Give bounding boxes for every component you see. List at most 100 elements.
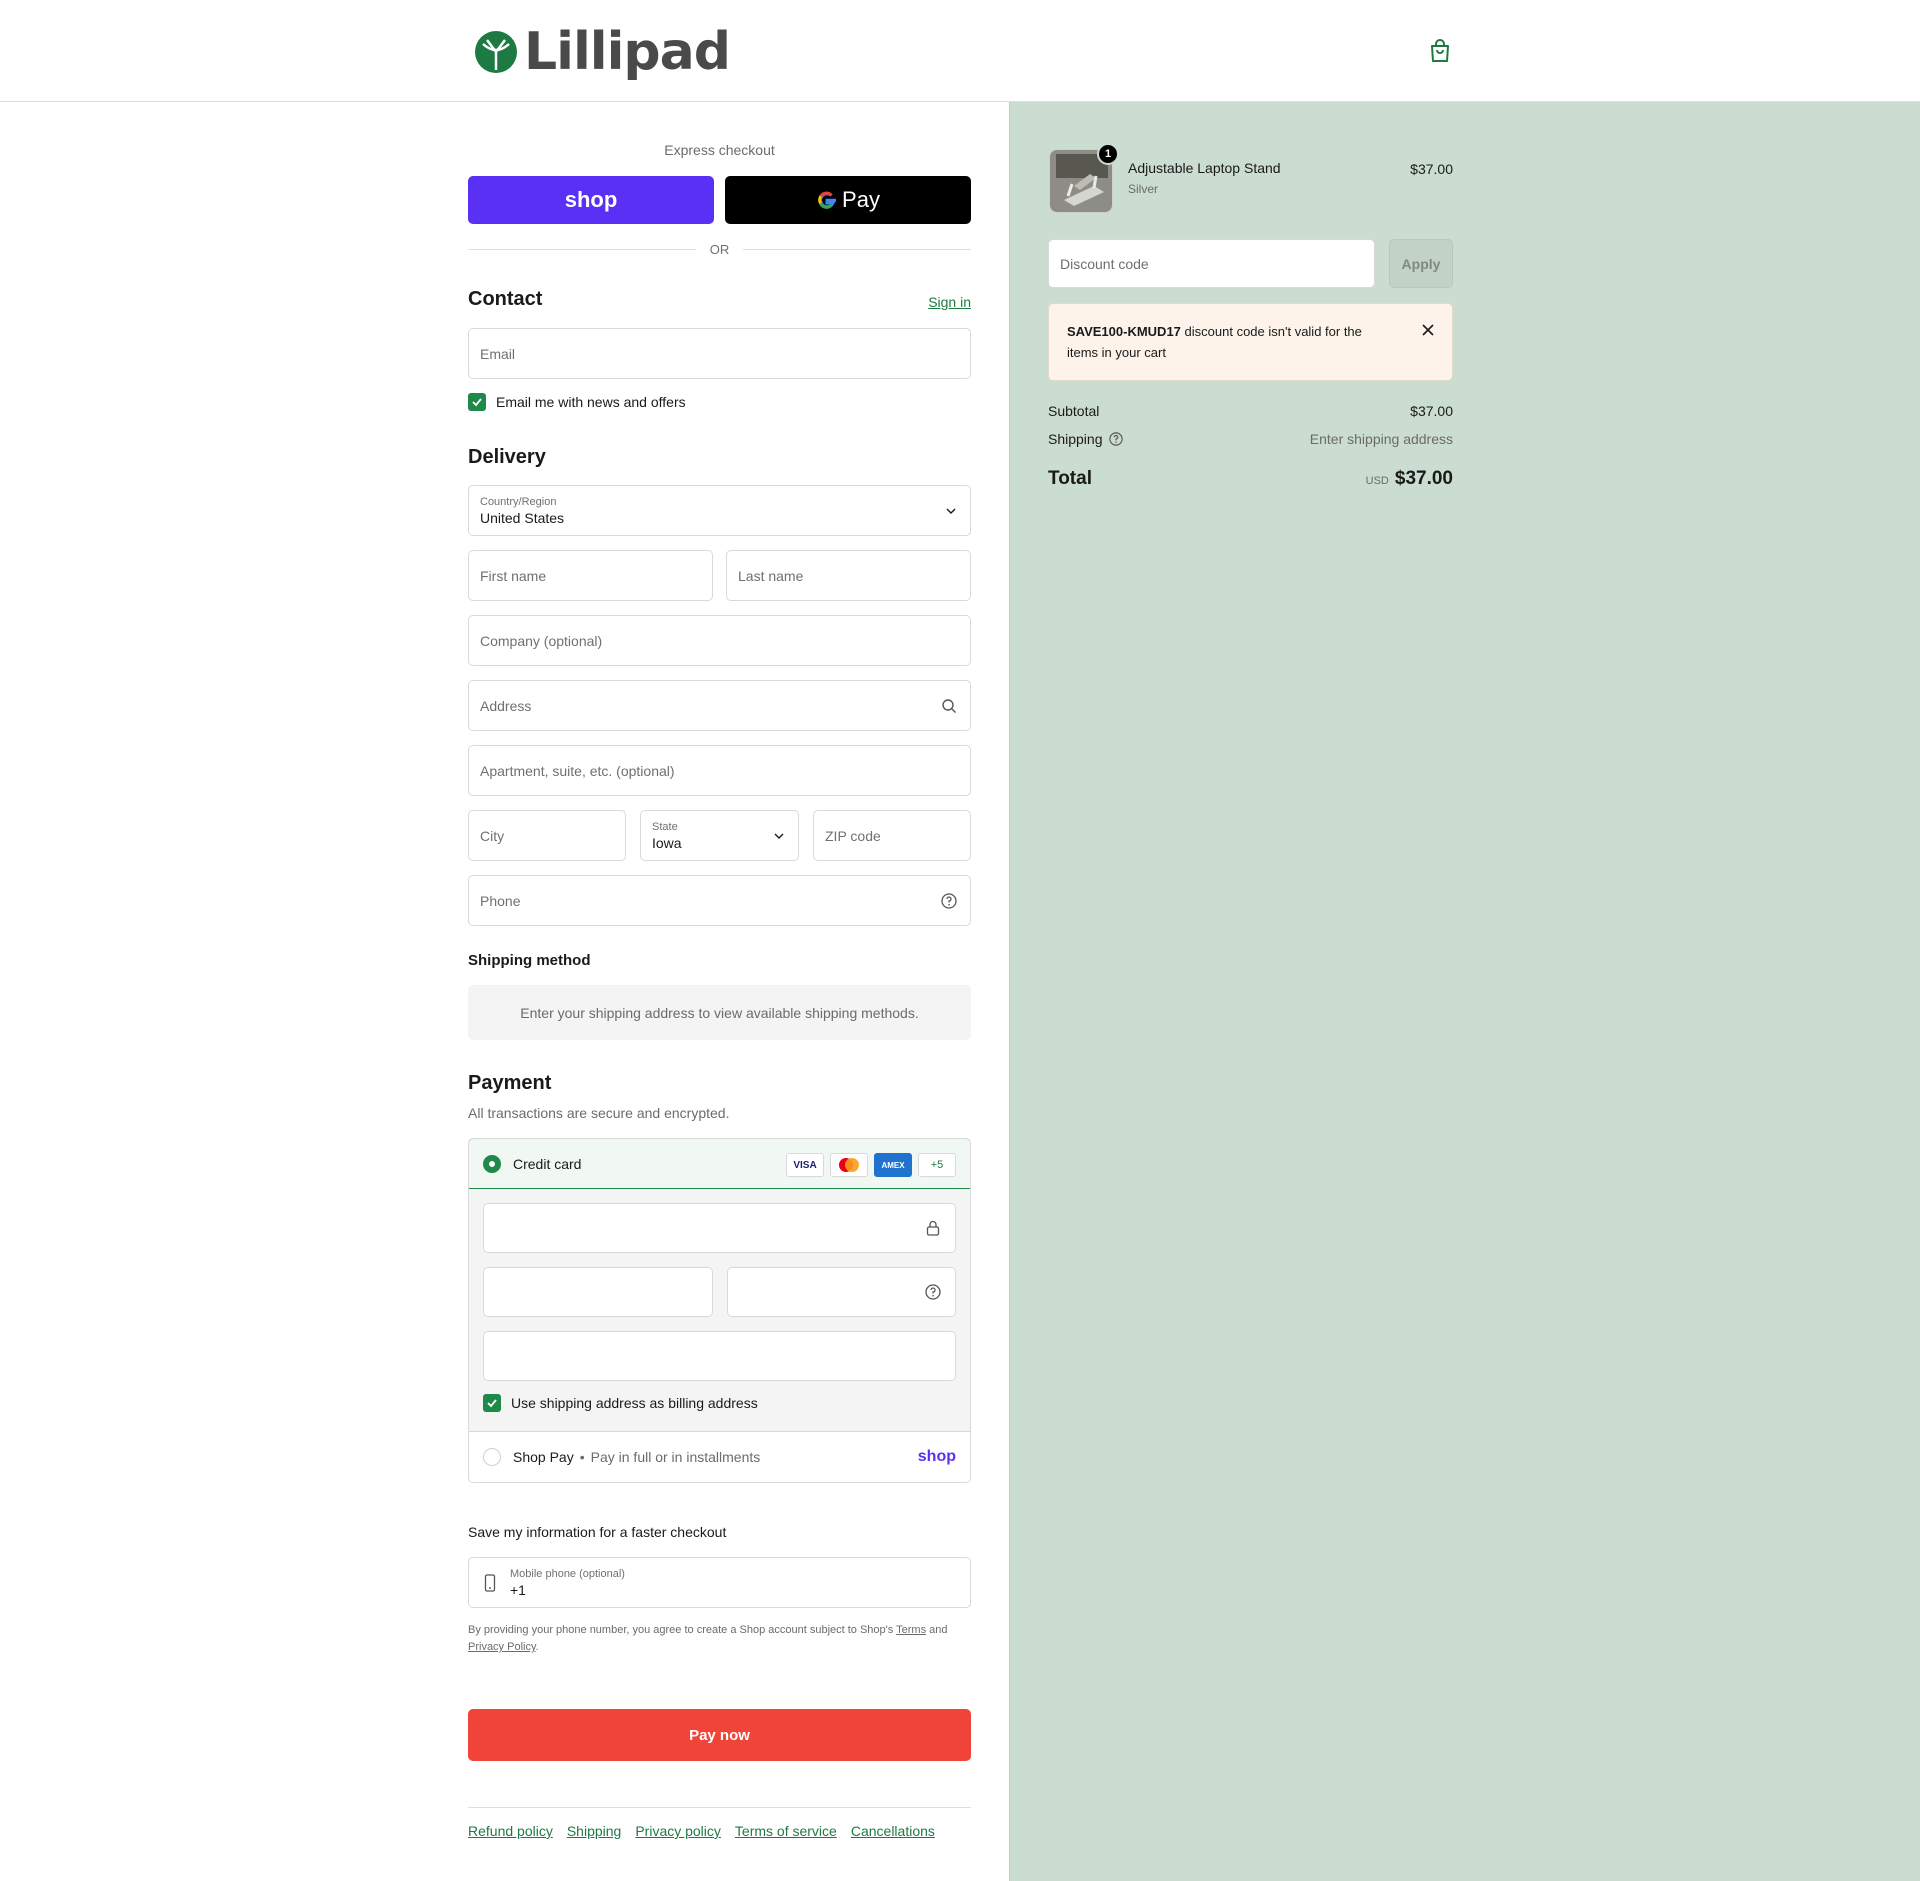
shop-pay-option-label: Shop Pay [513,1449,574,1465]
billing-same-checkbox[interactable] [483,1394,501,1412]
shipping-link[interactable]: Shipping [567,1823,622,1839]
newsletter-checkbox-row[interactable]: Email me with news and offers [468,393,686,411]
mobile-phone-value: +1 [510,1581,526,1598]
payment-methods: Credit card VISA AMEX +5 Use shipping ad… [468,1138,971,1483]
refund-policy-link[interactable]: Refund policy [468,1823,553,1839]
lock-icon [926,1220,940,1236]
sign-in-link[interactable]: Sign in [928,294,971,310]
visa-icon: VISA [786,1153,824,1177]
company-placeholder: Company (optional) [480,632,603,649]
terms-of-service-link[interactable]: Terms of service [735,1823,837,1839]
state-value: Iowa [652,834,682,851]
address-field[interactable]: Address [468,680,971,731]
payment-title: Payment [468,1072,552,1094]
company-field[interactable]: Company (optional) [468,615,971,666]
shop-pay-subtext: Pay in full or in installments [590,1449,761,1465]
name-on-card-field[interactable] [483,1331,956,1381]
shop-privacy-link[interactable]: Privacy Policy [468,1641,536,1653]
shipping-method-message: Enter your shipping address to view avai… [520,1004,919,1021]
contact-title: Contact [468,288,543,310]
discount-code-field[interactable]: Discount code [1048,239,1375,288]
quantity-badge: 1 [1097,143,1119,165]
product-name: Adjustable Laptop Stand [1128,160,1281,176]
chevron-down-icon [774,833,784,839]
zip-field[interactable]: ZIP code [813,810,971,861]
mastercard-icon [830,1153,868,1177]
more-cards-badge: +5 [918,1153,956,1177]
privacy-policy-link[interactable]: Privacy policy [635,1823,721,1839]
mobile-phone-icon [484,1574,496,1592]
chevron-down-icon [946,508,956,514]
expiration-field[interactable] [483,1267,713,1317]
billing-same-row[interactable]: Use shipping address as billing address [483,1394,758,1412]
country-label: Country/Region [480,495,557,508]
checkmark-icon [487,1399,497,1408]
credit-card-form: Use shipping address as billing address [469,1189,970,1432]
apartment-field[interactable]: Apartment, suite, etc. (optional) [468,745,971,796]
apply-discount-button[interactable]: Apply [1389,239,1453,288]
first-name-placeholder: First name [480,567,547,584]
pay-now-button[interactable]: Pay now [468,1709,971,1761]
card-number-field[interactable] [483,1203,956,1253]
phone-placeholder: Phone [480,892,521,909]
shipping-value: Enter shipping address [1309,431,1453,447]
header: Lillipad [0,0,1920,102]
credit-card-label: Credit card [513,1155,582,1172]
discount-code-placeholder: Discount code [1060,255,1149,272]
total-row: Total USD $37.00 [1048,468,1453,490]
or-divider: OR [468,242,971,257]
shipping-label: Shipping [1048,431,1103,447]
newsletter-checkbox[interactable] [468,393,486,411]
mobile-phone-field[interactable]: Mobile phone (optional) +1 [468,1557,971,1608]
help-icon[interactable] [1108,432,1123,446]
footer-divider [468,1807,971,1808]
phone-field[interactable]: Phone [468,875,971,926]
help-icon[interactable] [925,1284,941,1300]
security-code-field[interactable] [727,1267,956,1317]
shop-pay-label: shop [564,187,618,212]
billing-same-label: Use shipping address as billing address [511,1395,758,1411]
total-value: $37.00 [1394,468,1453,489]
search-icon [942,698,956,713]
cancellations-link[interactable]: Cancellations [851,1823,935,1839]
google-g-icon [818,191,837,209]
discount-error-alert: SAVE100-KMUD17 discount code isn't valid… [1048,303,1453,381]
checkmark-icon [472,398,482,407]
email-field[interactable]: Email [468,328,971,379]
google-pay-label: Pay [842,187,880,212]
shop-pay-option[interactable]: Shop Pay • Pay in full or in installment… [469,1432,970,1482]
cart-button[interactable] [1428,38,1452,64]
card-brand-list: VISA AMEX +5 [786,1153,956,1177]
shop-pay-bullet: • [579,1449,585,1465]
amex-icon: AMEX [874,1153,912,1177]
shop-terms-link[interactable]: Terms [896,1624,926,1636]
state-select[interactable]: State Iowa [640,810,799,861]
shop-pay-radio[interactable] [483,1448,501,1466]
country-select[interactable]: Country/Region United States [468,485,971,536]
city-field[interactable]: City [468,810,626,861]
country-value: United States [480,509,565,526]
or-label: OR [709,242,730,257]
logo[interactable]: Lillipad [474,22,731,82]
zip-placeholder: ZIP code [825,827,881,844]
shop-pay-button[interactable]: shop [468,176,714,224]
lillipad-leaf-icon [475,31,517,73]
last-name-placeholder: Last name [738,567,804,584]
first-name-field[interactable]: First name [468,550,713,601]
credit-card-radio[interactable] [483,1154,501,1173]
shipping-row: Shipping Enter shipping address [1048,431,1453,447]
state-label: State [652,820,678,833]
product-variant: Silver [1128,182,1159,196]
delivery-title: Delivery [468,446,546,468]
shipping-method-notice: Enter your shipping address to view avai… [468,985,971,1040]
payment-subtitle: All transactions are secure and encrypte… [468,1105,730,1121]
subtotal-label: Subtotal [1048,403,1100,419]
email-placeholder: Email [480,345,516,362]
help-icon[interactable] [941,892,957,909]
last-name-field[interactable]: Last name [726,550,971,601]
subtotal-row: Subtotal $37.00 [1048,403,1453,419]
google-pay-button[interactable]: Pay [725,176,971,224]
close-icon[interactable] [1422,324,1434,336]
total-label: Total [1048,468,1092,489]
credit-card-option[interactable]: Credit card VISA AMEX +5 [469,1139,970,1189]
